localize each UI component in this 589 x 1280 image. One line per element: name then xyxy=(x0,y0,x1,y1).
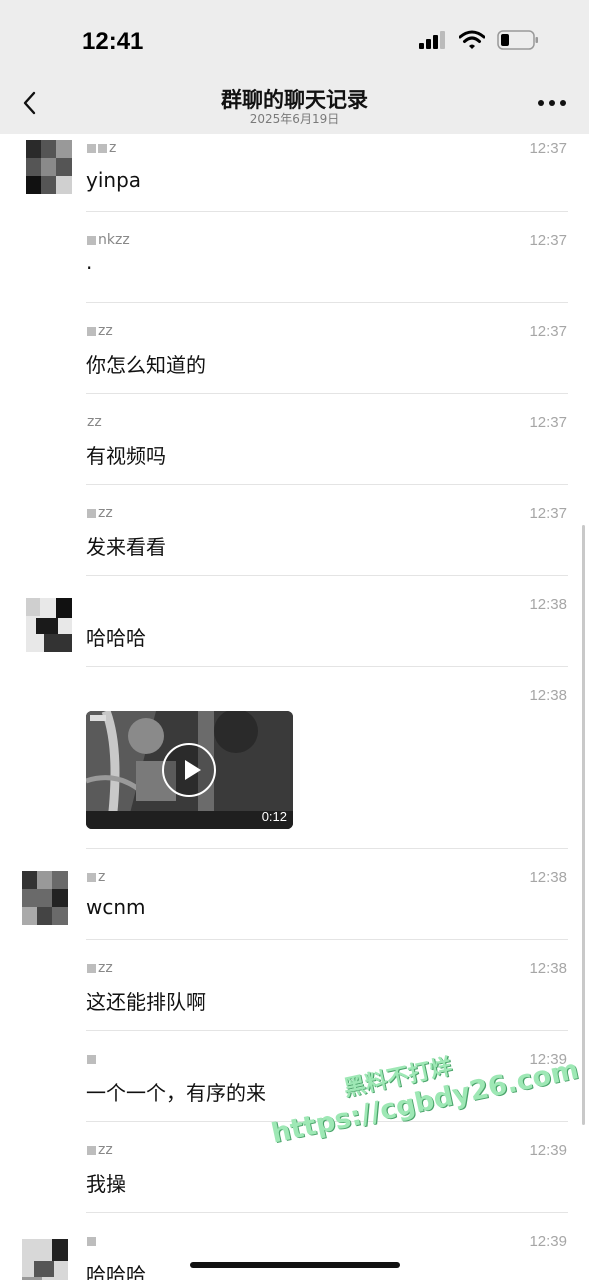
battery-icon xyxy=(497,30,538,50)
home-indicator[interactable] xyxy=(190,1262,400,1268)
sender-name: nkzz xyxy=(87,232,130,252)
list-item[interactable]: z 12:37 yinpa xyxy=(0,134,589,212)
list-item[interactable]: zz 12:37 你怎么知道的 xyxy=(0,303,589,394)
message-text: 我操 xyxy=(86,1172,126,1196)
message-time: 12:38 xyxy=(529,869,567,886)
message-time: 12:37 xyxy=(529,505,567,522)
message-time: 12:38 xyxy=(529,687,567,704)
list-item[interactable]: zz 12:37 发来看看 xyxy=(0,485,589,576)
message-time: 12:37 xyxy=(529,323,567,340)
message-text: 发来看看 xyxy=(86,535,166,559)
avatar xyxy=(22,1239,68,1280)
message-time: 12:39 xyxy=(529,1233,567,1250)
sender-name: zz xyxy=(87,323,113,343)
list-item[interactable]: zz 12:38 这还能排队啊 xyxy=(0,940,589,1031)
list-item[interactable]: zz 12:37 有视频吗 xyxy=(0,394,589,485)
message-text: 这还能排队啊 xyxy=(86,990,206,1014)
sender-name: z xyxy=(87,869,105,889)
message-text: 你怎么知道的 xyxy=(86,353,206,377)
play-button[interactable] xyxy=(162,743,216,797)
sender-name: zz xyxy=(87,414,102,430)
list-item[interactable]: 12:38 哈哈哈 xyxy=(0,576,589,667)
page-subtitle: 2025年6月19日 xyxy=(249,112,340,126)
sender-name: z xyxy=(87,140,116,160)
more-options-icon[interactable] xyxy=(537,96,567,110)
nav-bar: 群聊的聊天记录 2025年6月19日 xyxy=(0,70,589,134)
message-text: . xyxy=(86,250,93,274)
avatar xyxy=(22,871,68,925)
message-text: 有视频吗 xyxy=(86,444,166,468)
avatar xyxy=(26,598,72,652)
sender-name xyxy=(87,1051,98,1071)
message-text: 一个一个，有序的来 xyxy=(86,1081,266,1105)
message-time: 12:39 xyxy=(529,1142,567,1159)
video-duration: 0:12 xyxy=(261,809,287,824)
message-text: 哈哈哈 xyxy=(86,626,146,650)
message-time: 12:37 xyxy=(529,232,567,249)
list-item[interactable]: z 12:38 wcnm xyxy=(0,849,589,940)
message-time: 12:38 xyxy=(529,960,567,977)
message-time: 12:37 xyxy=(529,140,567,157)
sender-name: zz xyxy=(87,505,113,525)
message-text: wcnm xyxy=(86,895,146,919)
list-item[interactable]: 12:38 0:12 xyxy=(0,667,589,849)
status-bar: 12:41 xyxy=(0,0,589,70)
message-text: 哈哈哈 xyxy=(86,1263,146,1280)
play-icon xyxy=(185,760,201,780)
scrollbar[interactable] xyxy=(582,525,585,1125)
status-icons xyxy=(419,30,539,50)
wifi-icon xyxy=(459,30,485,49)
cellular-signal-icon xyxy=(419,31,445,49)
sender-name xyxy=(87,1233,98,1253)
video-thumbnail[interactable]: 0:12 xyxy=(86,711,293,829)
message-time: 12:37 xyxy=(529,414,567,431)
message-time: 12:38 xyxy=(529,596,567,613)
avatar xyxy=(26,140,72,194)
list-item[interactable]: nkzz 12:37 . xyxy=(0,212,589,303)
status-time: 12:41 xyxy=(82,28,144,55)
list-item[interactable]: 12:39 哈哈哈 xyxy=(0,1213,589,1280)
sender-name: zz xyxy=(87,1142,113,1162)
message-text: yinpa xyxy=(86,168,142,192)
sender-name: zz xyxy=(87,960,113,980)
